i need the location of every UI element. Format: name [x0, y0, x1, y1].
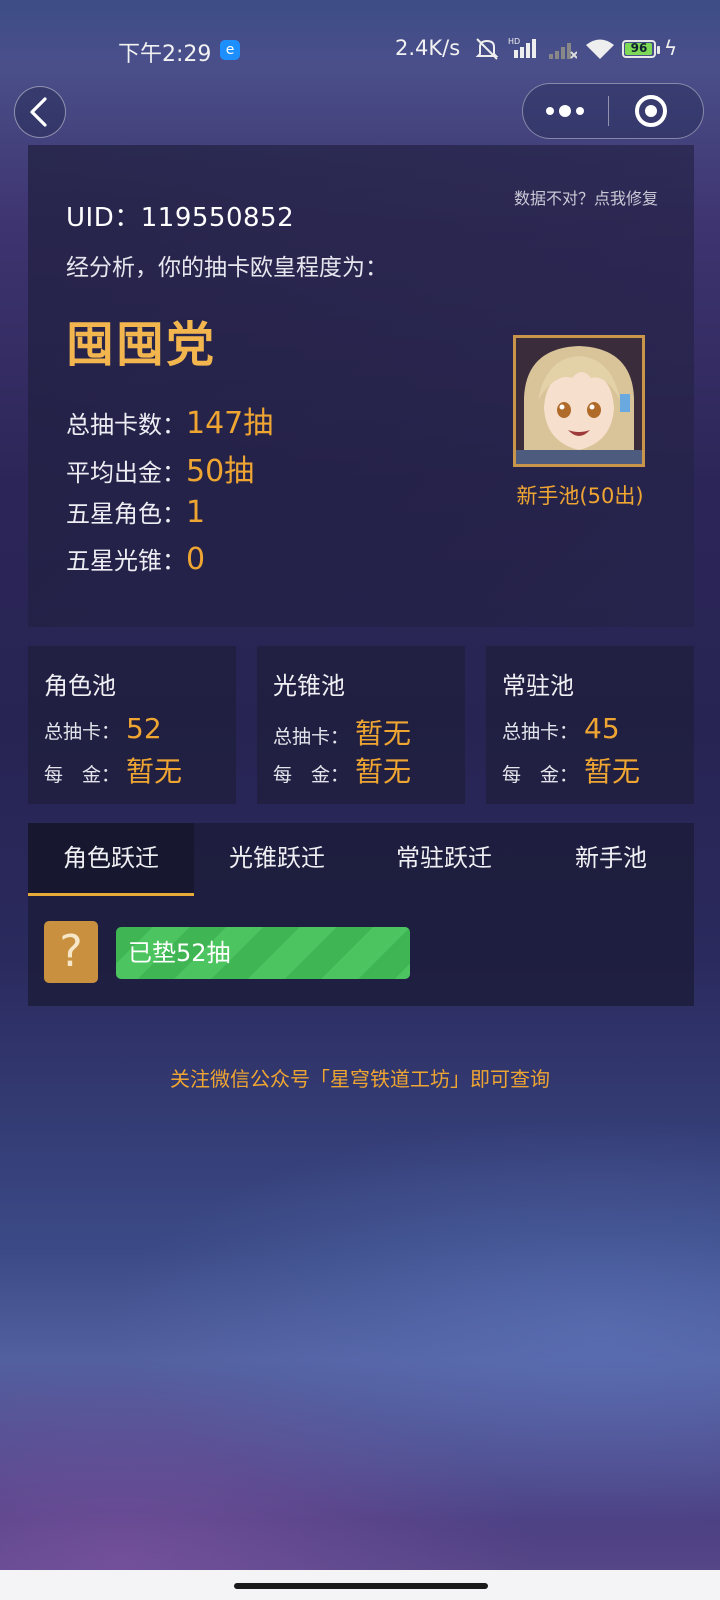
pool-total-line: 总抽卡： 暂无: [273, 712, 411, 752]
stat-value: 1: [186, 495, 206, 530]
avatar-caption: 新手池(50出): [516, 484, 644, 508]
home-indicator[interactable]: [234, 1583, 488, 1589]
target-circle-icon: [635, 95, 667, 127]
battery-percent: 96: [630, 41, 648, 55]
battery-indicator: 96: [622, 40, 660, 58]
pool-avg-value: 暂无: [355, 755, 412, 788]
pool-card-character[interactable]: 角色池 总抽卡： 52 每 金： 暂无: [28, 646, 236, 804]
pool-name: 光锥池: [273, 672, 345, 700]
stat-value: 0: [186, 542, 206, 577]
system-nav-bar: [0, 1570, 720, 1600]
miniprogram-capsule: [522, 83, 704, 139]
more-button[interactable]: [523, 84, 608, 137]
tab-label: 常驻跃迁: [396, 844, 492, 872]
footer-note: 关注微信公众号「星穹铁道工坊」即可查询: [170, 1067, 550, 1091]
more-dots-icon: [546, 105, 584, 117]
stat-value: 50抽: [186, 454, 255, 489]
pool-name: 常驻池: [502, 672, 574, 700]
pool-total-label: 总抽卡：: [273, 726, 350, 748]
unknown-character-icon: ?: [44, 921, 98, 983]
pool-name: 角色池: [44, 672, 116, 700]
cell-signal-weak-icon: [549, 43, 577, 59]
tab-light-cone-warp[interactable]: 光锥跃迁: [194, 823, 360, 896]
stat-value: 147抽: [186, 406, 274, 441]
pool-avg-value: 暂无: [584, 755, 641, 788]
stat-label: 总抽卡数：: [66, 411, 186, 439]
svg-text:HD: HD: [508, 37, 520, 46]
cell-signal-icon: HD: [508, 37, 536, 58]
chevron-left-icon: [30, 97, 47, 127]
uid-line: UID：119550852: [66, 197, 294, 234]
stat-five-star-characters: 五星角色：1: [66, 494, 205, 530]
back-button[interactable]: [14, 86, 66, 138]
status-time: 下午2:29: [118, 42, 212, 67]
uid-label: UID：: [66, 203, 141, 233]
pool-avg-label: 每 金：: [502, 764, 579, 786]
charging-icon: ϟ: [664, 36, 678, 60]
analysis-text: 经分析，你的抽卡欧皇程度为：: [66, 255, 388, 281]
stat-avg-gold: 平均出金：50抽: [66, 446, 254, 490]
fix-data-link[interactable]: 数据不对？点我修复: [514, 185, 658, 209]
pool-total-value: 暂无: [355, 717, 412, 750]
pool-avg-label: 每 金：: [44, 764, 121, 786]
pool-avg-label: 每 金：: [273, 764, 350, 786]
stat-total-pulls: 总抽卡数：147抽: [66, 398, 273, 442]
tab-label: 新手池: [575, 844, 647, 872]
pity-progress-bar: 已垫52抽: [116, 927, 410, 979]
pool-total-value: 52: [126, 712, 162, 745]
pool-avg-line: 每 金： 暂无: [502, 750, 640, 790]
tab-label: 角色跃迁: [63, 844, 159, 872]
character-portrait-image: [516, 338, 642, 464]
pool-avg-line: 每 金： 暂无: [44, 750, 182, 790]
rank-title: 囤囤党: [66, 317, 217, 373]
pity-text: 已垫52抽: [128, 939, 231, 967]
status-bar: 下午2:29 e 2.4K/s HD 96 ϟ: [0, 0, 720, 90]
active-tab-underline: [28, 893, 194, 896]
pool-avg-value: 暂无: [126, 755, 183, 788]
wifi-icon: [586, 39, 614, 59]
pool-avg-line: 每 金： 暂无: [273, 750, 411, 790]
stat-label: 平均出金：: [66, 459, 186, 487]
mute-icon: [475, 38, 499, 60]
stat-label: 五星角色：: [66, 500, 186, 528]
pool-card-standard[interactable]: 常驻池 总抽卡： 45 每 金： 暂无: [486, 646, 694, 804]
pool-total-line: 总抽卡： 52: [44, 712, 162, 745]
tab-character-warp[interactable]: 角色跃迁: [28, 823, 194, 896]
stat-five-star-light-cones: 五星光锥：0: [66, 541, 205, 577]
tab-standard-warp[interactable]: 常驻跃迁: [361, 823, 527, 896]
uid-value: 119550852: [140, 203, 295, 233]
battery-nub: [657, 46, 660, 54]
stat-label: 五星光锥：: [66, 547, 186, 575]
warp-tabs-card: 角色跃迁 光锥跃迁 常驻跃迁 新手池 ? 已垫52抽: [28, 823, 694, 1006]
character-avatar: [513, 335, 645, 467]
pool-total-label: 总抽卡：: [502, 721, 579, 743]
pool-total-label: 总抽卡：: [44, 721, 121, 743]
summary-card: UID：119550852 数据不对？点我修复 经分析，你的抽卡欧皇程度为： 囤…: [28, 145, 694, 627]
close-miniprogram-button[interactable]: [609, 84, 702, 137]
network-speed: 2.4K/s: [395, 36, 461, 60]
pool-total-line: 总抽卡： 45: [502, 712, 620, 745]
pool-card-light-cone[interactable]: 光锥池 总抽卡： 暂无 每 金： 暂无: [257, 646, 465, 804]
pool-total-value: 45: [584, 712, 620, 745]
app-notification-icon: e: [220, 40, 240, 60]
tab-beginner-pool[interactable]: 新手池: [528, 823, 694, 896]
tab-label: 光锥跃迁: [229, 844, 325, 872]
